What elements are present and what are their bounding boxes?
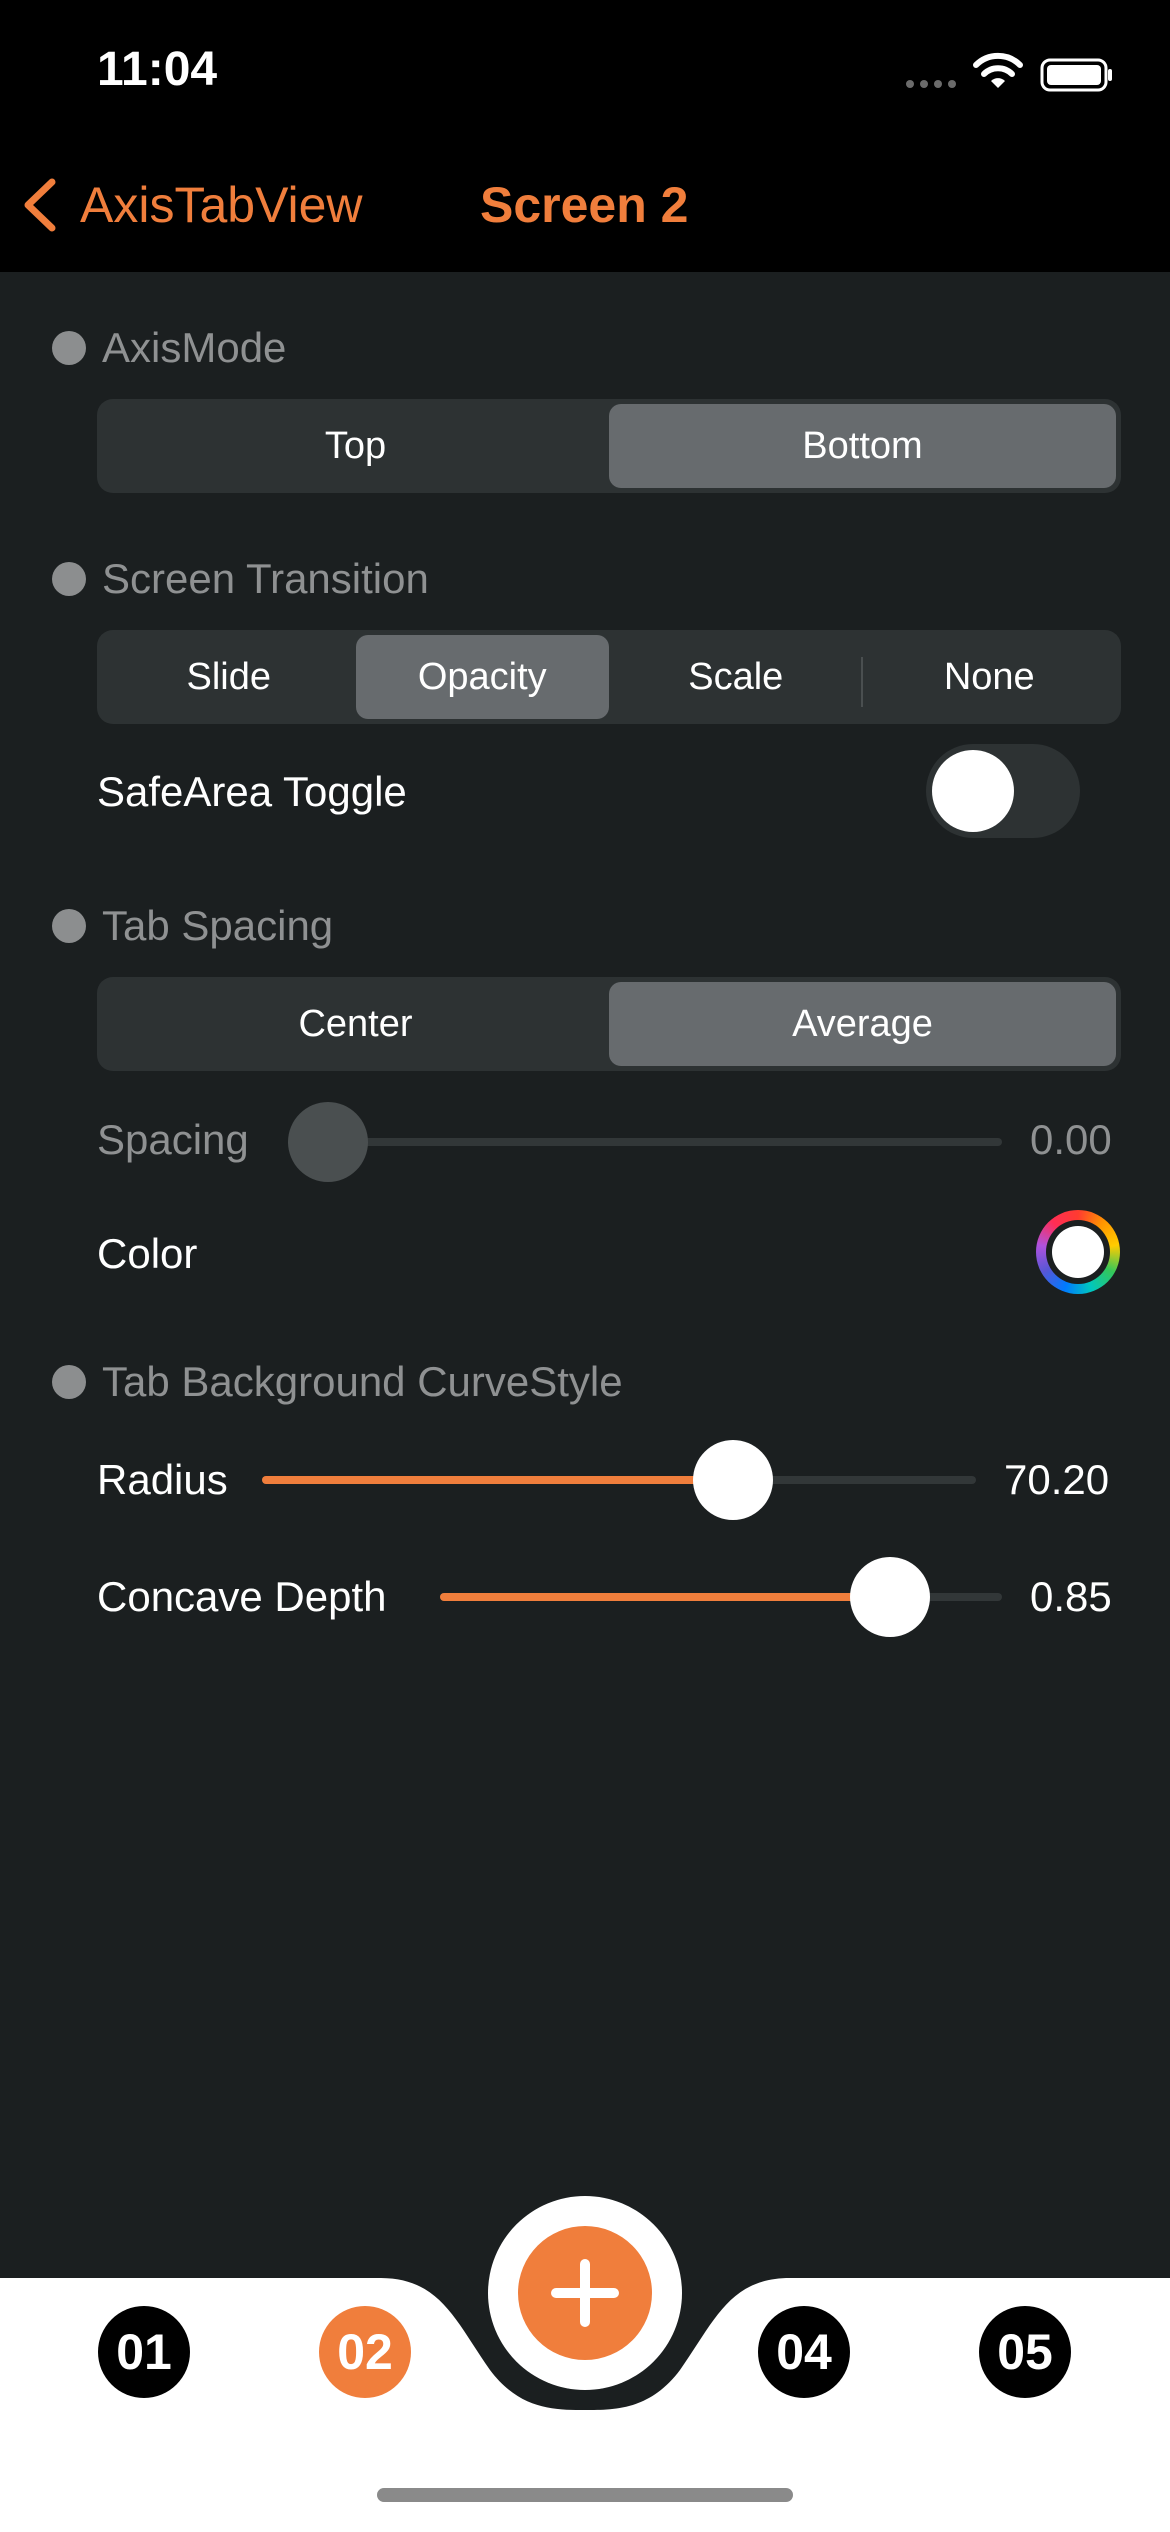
wifi-icon [973, 52, 1023, 88]
segment-slide[interactable]: Slide [102, 635, 356, 719]
nav-title: Screen 2 [480, 177, 689, 233]
radius-value: 70.20 [1004, 1456, 1110, 1503]
cellular-signal-icon [906, 80, 956, 88]
safe-area-toggle[interactable] [926, 744, 1080, 838]
concave-depth-label: Concave Depth [97, 1573, 387, 1620]
slider-thumb[interactable] [288, 1102, 368, 1182]
radius-slider[interactable] [262, 1440, 976, 1520]
section-label: Tab Spacing [102, 902, 334, 949]
back-button[interactable]: AxisTabView [22, 176, 363, 234]
section-tab-spacing: Tab Spacing [52, 902, 333, 950]
slider-fill [262, 1476, 734, 1484]
bullet-icon [52, 562, 86, 596]
chevron-left-icon [24, 178, 56, 232]
concave-depth-slider[interactable] [440, 1557, 1002, 1637]
radius-label: Radius [97, 1456, 228, 1503]
screen-transition-segmented-control: Slide Opacity Scale None [97, 630, 1121, 724]
back-label: AxisTabView [80, 177, 363, 233]
segment-center[interactable]: Center [102, 982, 609, 1066]
tab-spacing-segmented-control: Center Average [97, 977, 1121, 1071]
add-button[interactable] [518, 2226, 652, 2360]
slider-fill [440, 1593, 890, 1601]
spacing-label: Spacing [97, 1116, 249, 1163]
bullet-icon [52, 331, 86, 365]
section-label: Tab Background CurveStyle [102, 1358, 623, 1405]
segment-opacity[interactable]: Opacity [355, 635, 609, 719]
slider-thumb[interactable] [693, 1440, 774, 1520]
status-bar: 11:04 AxisTabView Screen 2 [0, 0, 1170, 272]
toggle-knob [932, 750, 1014, 832]
section-curve-style: Tab Background CurveStyle [52, 1358, 623, 1406]
segment-scale[interactable]: Scale [609, 635, 863, 719]
tab-01[interactable]: 01 [98, 2306, 190, 2398]
spacing-slider[interactable] [288, 1102, 1002, 1182]
plus-icon [551, 2259, 619, 2327]
color-picker-well[interactable] [1036, 1210, 1120, 1294]
section-label: Screen Transition [102, 555, 429, 602]
segment-scale-label: Scale [688, 655, 784, 698]
battery-icon [1040, 58, 1112, 92]
segment-average[interactable]: Average [609, 982, 1116, 1066]
spacing-value: 0.00 [1030, 1116, 1112, 1163]
bullet-icon [52, 909, 86, 943]
section-label: AxisMode [102, 324, 287, 371]
section-screen-transition: Screen Transition [52, 555, 429, 603]
axis-mode-segmented-control: Top Bottom [97, 399, 1121, 493]
section-axis-mode: AxisMode [52, 324, 286, 372]
tab-05[interactable]: 05 [979, 2306, 1071, 2398]
tab-04[interactable]: 04 [758, 2306, 850, 2398]
tab-02[interactable]: 02 [319, 2306, 411, 2398]
slider-thumb[interactable] [849, 1557, 930, 1637]
bullet-icon [52, 1365, 86, 1399]
concave-depth-value: 0.85 [1030, 1573, 1112, 1620]
segment-bottom[interactable]: Bottom [609, 404, 1116, 488]
color-label: Color [97, 1230, 198, 1277]
status-time: 11:04 [97, 43, 218, 96]
segment-none[interactable]: None [863, 635, 1117, 719]
color-well-ring [1046, 1220, 1110, 1284]
segment-top[interactable]: Top [102, 404, 609, 488]
color-swatch [1052, 1226, 1104, 1278]
home-indicator [377, 2488, 793, 2502]
safe-area-label: SafeArea Toggle [97, 768, 407, 815]
